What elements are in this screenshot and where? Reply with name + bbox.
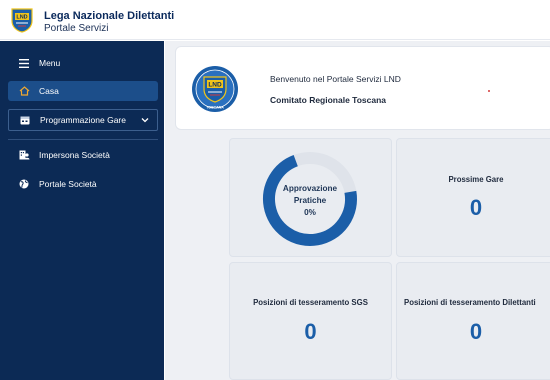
sidebar-item-label: Impersona Società: [39, 150, 110, 160]
tesseramento-dilettanti-title: Posizioni di tesseramento Dilettanti: [404, 298, 536, 307]
hamburger-icon: [18, 57, 30, 69]
main-content: LND TOSCANA Benvenuto nel Portale Serviz…: [165, 41, 550, 380]
sidebar-item-label: Programmazione Gare: [40, 115, 126, 125]
home-icon: [18, 85, 30, 97]
committee-name: Comitato Regionale Toscana: [270, 95, 387, 105]
donut-label: Approvazione Pratiche 0%: [260, 183, 360, 219]
svg-text:TOSCANA: TOSCANA: [206, 106, 224, 110]
svg-text:LND: LND: [16, 15, 27, 21]
welcome-card: LND TOSCANA Benvenuto nel Portale Serviz…: [175, 46, 550, 130]
lnd-logo-icon[interactable]: LND: [10, 7, 34, 33]
approvazione-title-line1: Approvazione: [282, 184, 338, 193]
sidebar: Menu Casa Programmazione Gare Impersona …: [0, 41, 164, 380]
sidebar-divider: [8, 139, 158, 140]
tesseramento-dilettanti-card[interactable]: Posizioni di tesseramento Dilettanti 0: [396, 262, 550, 380]
welcome-message: Benvenuto nel Portale Servizi LND: [270, 74, 401, 84]
app-subtitle: Portale Servizi: [44, 23, 109, 34]
globe-icon: [18, 178, 30, 190]
approvazione-pratiche-card[interactable]: Approvazione Pratiche 0%: [229, 138, 392, 257]
prossime-gare-title: Prossime Gare: [448, 175, 504, 184]
tesseramento-sgs-card[interactable]: Posizioni di tesseramento SGS 0: [229, 262, 392, 380]
sidebar-item-portale-societa[interactable]: Portale Società: [8, 174, 158, 194]
sidebar-item-programmazione-gare[interactable]: Programmazione Gare: [8, 109, 158, 131]
tesseramento-sgs-title: Posizioni di tesseramento SGS: [253, 298, 368, 307]
top-header: LND Lega Nazionale Dilettanti Portale Se…: [0, 0, 550, 40]
app-title: Lega Nazionale Dilettanti: [44, 10, 175, 22]
svg-text:LND: LND: [208, 82, 222, 89]
prossime-gare-card[interactable]: Prossime Gare 0: [396, 138, 550, 257]
tesseramento-sgs-value: 0: [304, 319, 317, 344]
sidebar-item-impersona-societa[interactable]: Impersona Società: [8, 145, 158, 165]
chevron-down-icon[interactable]: [139, 114, 151, 126]
approvazione-donut: Approvazione Pratiche 0%: [260, 149, 360, 249]
lnd-toscana-logo-icon: LND TOSCANA: [192, 66, 238, 112]
sidebar-item-label: Casa: [39, 86, 59, 96]
prossime-gare-value: 0: [469, 195, 483, 220]
approvazione-title-line2: Pratiche: [293, 196, 327, 205]
approvazione-value: 0%: [304, 208, 316, 217]
sidebar-menu-toggle[interactable]: Menu: [8, 53, 158, 73]
sidebar-item-label: Menu: [39, 58, 61, 68]
tesseramento-dilettanti-value: 0: [469, 319, 483, 344]
status-dot: [488, 90, 490, 92]
sidebar-item-casa[interactable]: Casa: [8, 81, 158, 101]
sidebar-item-label: Portale Società: [39, 179, 97, 189]
calendar-icon: [19, 114, 31, 126]
user-switch-icon: [18, 149, 30, 161]
